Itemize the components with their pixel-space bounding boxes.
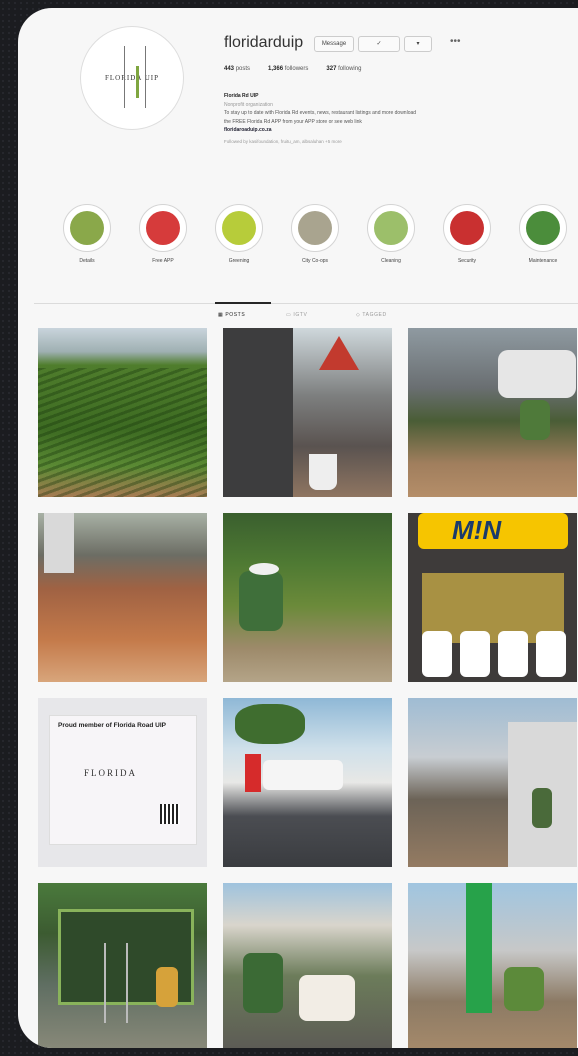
tv-icon: ▭	[286, 312, 292, 318]
highlight-ring	[519, 204, 567, 252]
highlight-city-co-ops[interactable]: City Co-ops	[282, 204, 348, 264]
chevron-down-icon: ▾	[416, 41, 420, 47]
post-paving-worker[interactable]	[223, 513, 392, 682]
parked-car	[498, 350, 576, 398]
post-tree-planting[interactable]	[408, 328, 577, 497]
ladder	[104, 943, 128, 1023]
post-shelter-painting[interactable]	[38, 883, 207, 1048]
building-facade	[223, 328, 293, 497]
bio-line-1: To stay up to date with Florida Rd event…	[224, 110, 417, 116]
vine-rows	[38, 368, 207, 497]
tree-icon	[298, 211, 332, 245]
post-mtn-store[interactable]: M!N	[408, 513, 577, 682]
worker-icon	[374, 211, 408, 245]
logo-green-bar	[136, 66, 139, 98]
highlight-label: Free APP	[152, 258, 174, 264]
highlight-ring	[367, 204, 415, 252]
sign-title: Proud member of Florida Road UIP	[58, 722, 166, 729]
follow-button[interactable]: ✓	[358, 36, 400, 52]
more-options-icon[interactable]: •••	[450, 36, 461, 47]
mtn-banner-text: M!N	[452, 515, 502, 545]
logo-lines	[124, 46, 146, 108]
post-planter-workers[interactable]	[223, 883, 392, 1048]
info-icon	[146, 211, 180, 245]
tab-igtv[interactable]: ▭ IGTV	[286, 312, 307, 318]
tree-canopy	[235, 704, 305, 744]
building-icon	[70, 211, 104, 245]
post-vineyard[interactable]	[38, 328, 207, 497]
highlight-label: Maintenance	[528, 258, 558, 264]
instagram-profile-page: FLORIDA UIP floridarduip Message ✓ ▾ •••…	[18, 8, 578, 1048]
qr-code-icon	[160, 804, 180, 824]
worker-figure	[532, 788, 552, 828]
mtn-banner: M!N	[418, 513, 568, 549]
planter	[309, 454, 337, 490]
shield-icon	[450, 211, 484, 245]
profile-avatar[interactable]: FLORIDA UIP	[80, 26, 184, 130]
staff-1	[422, 631, 452, 677]
person-check-icon: ✓	[376, 41, 382, 47]
hat	[249, 563, 279, 575]
staff-4	[536, 631, 566, 677]
profile-category: Nonprofit organization	[224, 101, 273, 108]
sign-logo: FLORIDA	[84, 768, 138, 778]
profile-stats: 443 posts 1,366 followers 327 following	[224, 66, 361, 72]
highlight-ring	[291, 204, 339, 252]
guard-figure	[245, 754, 261, 792]
wall-pillar	[44, 513, 74, 573]
large-planter	[299, 975, 355, 1021]
highlight-security[interactable]: Security	[434, 204, 500, 264]
post-member-sign[interactable]: Proud member of Florida Road UIP FLORIDA	[38, 698, 207, 867]
highlight-greening[interactable]: Greening	[206, 204, 272, 264]
highlight-ring	[215, 204, 263, 252]
profile-username: floridarduip	[224, 34, 304, 51]
staff-3	[498, 631, 528, 677]
post-street-warning-sign[interactable]	[223, 328, 392, 497]
post-street-sweeper[interactable]	[408, 698, 577, 867]
highlight-cleaning[interactable]: Cleaning	[358, 204, 424, 264]
followers-stat[interactable]: 1,366 followers	[268, 66, 308, 72]
worker-figure	[504, 967, 544, 1011]
leaf-icon	[222, 211, 256, 245]
tabs-divider	[34, 303, 578, 304]
post-street-guard[interactable]	[223, 698, 392, 867]
highlight-label: City Co-ops	[301, 258, 329, 264]
highlight-maintenance[interactable]: Maintenance	[510, 204, 576, 264]
staff-2	[460, 631, 490, 677]
white-suv	[263, 760, 343, 790]
highlight-label: Cleaning	[381, 258, 401, 264]
post-green-pillar[interactable]	[408, 883, 577, 1048]
worker-figure	[243, 953, 283, 1013]
highlight-free-app[interactable]: Free APP	[130, 204, 196, 264]
highlight-ring	[139, 204, 187, 252]
worker-figure	[520, 400, 550, 440]
highlight-label: Security	[457, 258, 477, 264]
bio-line-2: the FREE Florida Rd APP from your APP st…	[224, 118, 362, 125]
profile-bio: Florida Rd UIP Nonprofit organization To…	[224, 92, 574, 146]
sign-board: Proud member of Florida Road UIP FLORIDA	[50, 716, 196, 844]
highlight-ring	[443, 204, 491, 252]
highlight-label: Greening	[228, 258, 250, 264]
tools-icon	[526, 211, 560, 245]
tab-tagged[interactable]: ◇ TAGGED	[356, 312, 387, 318]
profile-name: Florida Rd UIP	[224, 93, 259, 99]
highlight-details[interactable]: Details	[54, 204, 120, 264]
highlight-ring	[63, 204, 111, 252]
profile-website-link[interactable]: floridaroaduip.co.za	[224, 126, 574, 135]
posts-stat[interactable]: 443 posts	[224, 66, 250, 72]
painter-figure	[156, 967, 178, 1007]
post-excavation[interactable]	[38, 513, 207, 682]
suggested-button[interactable]: ▾	[404, 36, 432, 52]
worker-figure	[239, 571, 283, 631]
message-button[interactable]: Message	[314, 36, 354, 52]
warning-sign-icon	[319, 336, 359, 370]
following-stat[interactable]: 327 following	[326, 66, 361, 72]
grid-icon: ▦	[218, 312, 224, 318]
followed-by-text[interactable]: Followed by kasifoundation, fruitu_am, a…	[224, 138, 574, 147]
active-tab-indicator	[215, 302, 271, 304]
tab-posts[interactable]: ▦ POSTS	[218, 312, 245, 318]
tag-icon: ◇	[356, 312, 361, 318]
highlight-label: Details	[79, 258, 95, 264]
green-pillar	[466, 883, 492, 1013]
